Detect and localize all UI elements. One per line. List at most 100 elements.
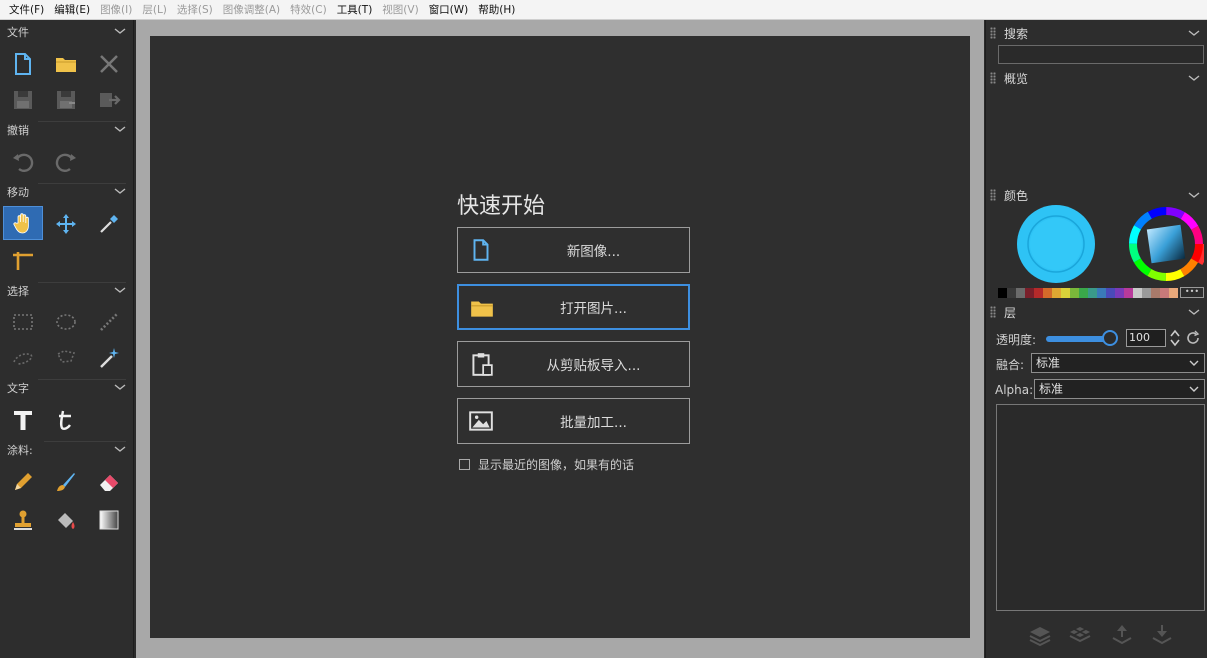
move-layer-up-button[interactable] [1108, 622, 1136, 648]
palette-more-button[interactable]: ••• [1180, 287, 1204, 298]
color-panel-header[interactable]: 颜色 [990, 185, 1204, 205]
palette-swatch[interactable] [1070, 288, 1079, 298]
batch-process-button[interactable]: 批量加工... [457, 398, 690, 444]
move-layer-down-button[interactable] [1148, 622, 1176, 648]
reset-icon[interactable] [1185, 330, 1201, 346]
menu-layer[interactable]: 层(L) [137, 2, 172, 17]
menu-tools[interactable]: 工具(T) [332, 2, 378, 17]
blend-mode-select[interactable]: 标准 [1031, 353, 1205, 373]
opacity-slider-handle[interactable] [1102, 330, 1118, 346]
palette-swatch[interactable] [1034, 288, 1043, 298]
add-layer-button[interactable] [1026, 622, 1054, 648]
toolbox-group-move[interactable]: 移动 [0, 182, 134, 202]
lasso-line-tool[interactable] [91, 306, 127, 338]
palette-swatch[interactable] [1115, 288, 1124, 298]
palette-swatch[interactable] [1133, 288, 1142, 298]
toolbox-group-text[interactable]: 文字 [0, 378, 134, 398]
ellipse-select-tool[interactable] [48, 306, 84, 338]
palette-swatch[interactable] [1169, 288, 1178, 298]
menu-view[interactable]: 视图(V) [377, 2, 423, 17]
color-wheel[interactable] [1128, 206, 1204, 282]
redo-tool[interactable] [48, 146, 84, 178]
menu-edit[interactable]: 编辑(E) [49, 2, 95, 17]
crop-tool[interactable] [5, 244, 41, 276]
move-tool[interactable] [48, 208, 84, 240]
italic-text-icon [59, 410, 71, 430]
hand-tool[interactable] [3, 206, 43, 240]
magic-wand-tool[interactable] [91, 342, 127, 374]
checkbox-box[interactable] [459, 459, 470, 470]
toolbox-group-select[interactable]: 选择 [0, 281, 134, 301]
layer-list[interactable] [996, 404, 1205, 611]
primary-color-swatch[interactable] [1016, 204, 1096, 284]
menu-effects[interactable]: 特效(C) [285, 2, 332, 17]
grip-handle[interactable] [990, 72, 996, 84]
palette-swatch[interactable] [1043, 288, 1052, 298]
eraser-tool[interactable] [91, 466, 127, 498]
toolbox-group-file[interactable]: 文件 [0, 22, 134, 42]
menu-file[interactable]: 文件(F) [4, 2, 49, 17]
overview-panel-header[interactable]: 概览 [990, 68, 1204, 88]
search-panel-header[interactable]: 搜索 [990, 23, 1204, 43]
new-file-tool[interactable] [5, 48, 41, 80]
toolbox-group-undo[interactable]: 撤销 [0, 120, 134, 140]
grip-handle[interactable] [990, 306, 996, 318]
opacity-value-field[interactable]: 100 [1126, 329, 1166, 347]
save-tool[interactable] [5, 84, 41, 116]
gradient-tool[interactable] [91, 504, 127, 536]
palette-swatch[interactable] [1052, 288, 1061, 298]
search-input[interactable] [998, 45, 1204, 64]
palette-swatch[interactable] [1097, 288, 1106, 298]
import-clipboard-button[interactable]: 从剪贴板导入... [457, 341, 690, 387]
alpha-mode-select[interactable]: 标准 [1034, 379, 1205, 399]
export-tool[interactable] [91, 84, 127, 116]
line-select-icon [100, 313, 118, 331]
menu-help[interactable]: 帮助(H) [473, 2, 520, 17]
paint-bucket-icon [58, 513, 75, 529]
clone-stamp-tool[interactable] [5, 504, 41, 536]
grip-handle[interactable] [990, 189, 996, 201]
polygon-lasso-tool[interactable] [48, 342, 84, 374]
menu-select[interactable]: 选择(S) [172, 2, 218, 17]
menu-window[interactable]: 窗口(W) [424, 2, 474, 17]
palette-swatch[interactable] [1151, 288, 1160, 298]
quick-start-title: 快速开始 [457, 194, 546, 219]
search-panel-title: 搜索 [1004, 26, 1029, 41]
undo-tool[interactable] [5, 146, 41, 178]
color-palette[interactable] [998, 288, 1178, 298]
grip-handle[interactable] [990, 27, 996, 39]
chevron-down-icon [1189, 386, 1199, 392]
brush-tool[interactable] [48, 466, 84, 498]
palette-swatch[interactable] [1142, 288, 1151, 298]
rect-select-tool[interactable] [5, 306, 41, 338]
color-picker-tool[interactable] [91, 208, 127, 240]
menu-adjustments[interactable]: 图像调整(A) [218, 2, 285, 17]
pencil-tool[interactable] [5, 466, 41, 498]
opacity-slider-track[interactable] [1046, 336, 1108, 342]
palette-swatch[interactable] [1088, 288, 1097, 298]
menu-image[interactable]: 图像(I) [95, 2, 137, 17]
palette-swatch[interactable] [1016, 288, 1025, 298]
show-recent-checkbox[interactable]: 显示最近的图像，如果有的话 [459, 456, 634, 473]
fill-tool[interactable] [48, 504, 84, 536]
palette-swatch[interactable] [1061, 288, 1070, 298]
palette-swatch[interactable] [1160, 288, 1169, 298]
palette-swatch[interactable] [1007, 288, 1016, 298]
palette-swatch[interactable] [1124, 288, 1133, 298]
layers-panel-header[interactable]: 层 [990, 302, 1204, 322]
delete-layer-button[interactable] [1066, 622, 1094, 648]
close-file-tool[interactable] [91, 48, 127, 80]
palette-swatch[interactable] [1079, 288, 1088, 298]
save-as-tool[interactable] [48, 84, 84, 116]
open-file-tool[interactable] [48, 48, 84, 80]
spin-arrows-icon[interactable] [1169, 329, 1181, 347]
new-image-button[interactable]: 新图像... [457, 227, 690, 273]
palette-swatch[interactable] [998, 288, 1007, 298]
styled-text-tool[interactable] [48, 404, 84, 436]
palette-swatch[interactable] [1106, 288, 1115, 298]
text-tool[interactable] [5, 404, 41, 436]
palette-swatch[interactable] [1025, 288, 1034, 298]
toolbox-group-paint[interactable]: 涂料: [0, 440, 134, 460]
open-image-button[interactable]: 打开图片... [457, 284, 690, 330]
lasso-tool[interactable] [5, 342, 41, 374]
